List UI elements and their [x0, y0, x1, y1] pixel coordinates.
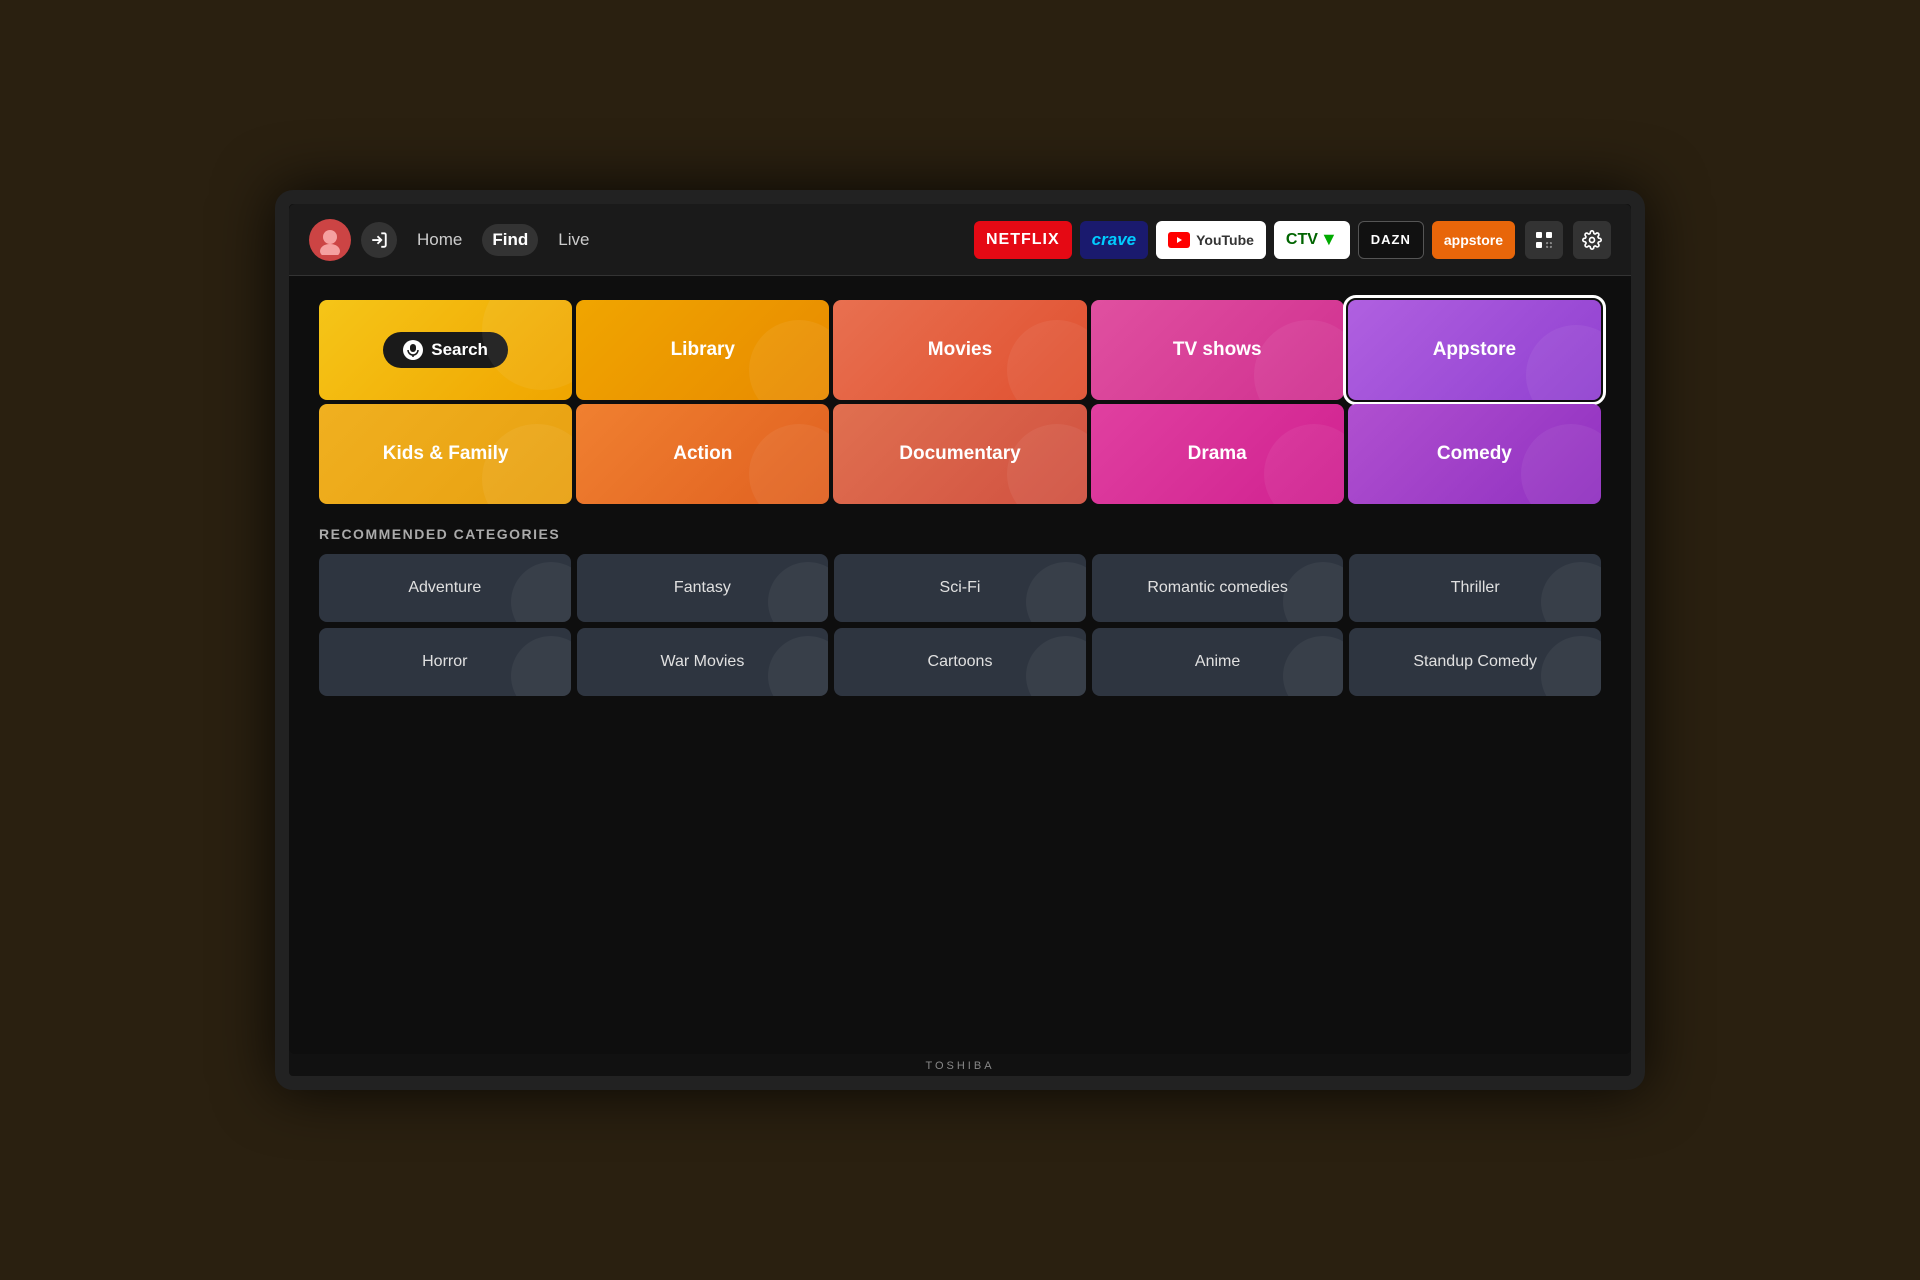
- recommended-title: RECOMMENDED CATEGORIES: [319, 526, 1601, 542]
- youtube-app[interactable]: YouTube: [1156, 221, 1266, 259]
- grid-icon[interactable]: [1525, 221, 1563, 259]
- tv-frame: Home Find Live NETFLIX crave YouTub: [275, 190, 1645, 1090]
- tile-documentary[interactable]: Documentary: [833, 404, 1086, 504]
- nav-apps: NETFLIX crave YouTube C TV ▼: [974, 221, 1515, 259]
- signin-icon[interactable]: [361, 222, 397, 258]
- rec-horror[interactable]: Horror: [319, 628, 571, 696]
- tv-screen: Home Find Live NETFLIX crave YouTub: [289, 204, 1631, 1054]
- avatar[interactable]: [309, 219, 351, 261]
- ctv-app[interactable]: C TV ▼: [1274, 221, 1350, 259]
- tv-brand: TOSHIBA: [289, 1054, 1631, 1076]
- nav-live[interactable]: Live: [548, 224, 599, 256]
- tile-kids[interactable]: Kids & Family: [319, 404, 572, 504]
- tile-movies[interactable]: Movies: [833, 300, 1086, 400]
- settings-icon[interactable]: [1573, 221, 1611, 259]
- nav-find[interactable]: Find: [482, 224, 538, 256]
- tile-search[interactable]: Search: [319, 300, 572, 400]
- netflix-app[interactable]: NETFLIX: [974, 221, 1072, 259]
- dazn-app[interactable]: DAZN: [1358, 221, 1424, 259]
- tile-library[interactable]: Library: [576, 300, 829, 400]
- rec-war[interactable]: War Movies: [577, 628, 829, 696]
- tile-comedy[interactable]: Comedy: [1348, 404, 1601, 504]
- nav-bar: Home Find Live NETFLIX crave YouTub: [289, 204, 1631, 276]
- tile-drama[interactable]: Drama: [1091, 404, 1344, 504]
- category-grid: Search Library Movies TV shows: [319, 300, 1601, 504]
- mic-icon: [403, 340, 423, 360]
- appstore-nav-app[interactable]: appstore: [1432, 221, 1515, 259]
- rec-romantic[interactable]: Romantic comedies: [1092, 554, 1344, 622]
- rec-anime[interactable]: Anime: [1092, 628, 1344, 696]
- tile-appstore[interactable]: Appstore: [1348, 300, 1601, 400]
- rec-cartoons[interactable]: Cartoons: [834, 628, 1086, 696]
- recommended-section: RECOMMENDED CATEGORIES Adventure Fantasy…: [319, 526, 1601, 696]
- tile-tvshows[interactable]: TV shows: [1091, 300, 1344, 400]
- rec-scifi[interactable]: Sci-Fi: [834, 554, 1086, 622]
- rec-standup[interactable]: Standup Comedy: [1349, 628, 1601, 696]
- rec-adventure[interactable]: Adventure: [319, 554, 571, 622]
- rec-thriller[interactable]: Thriller: [1349, 554, 1601, 622]
- tile-action[interactable]: Action: [576, 404, 829, 504]
- youtube-play-icon: [1168, 232, 1190, 248]
- main-content: Search Library Movies TV shows: [289, 276, 1631, 1054]
- recommended-grid: Adventure Fantasy Sci-Fi Romantic comedi…: [319, 554, 1601, 696]
- nav-home[interactable]: Home: [407, 224, 472, 256]
- crave-app[interactable]: crave: [1080, 221, 1148, 259]
- rec-fantasy[interactable]: Fantasy: [577, 554, 829, 622]
